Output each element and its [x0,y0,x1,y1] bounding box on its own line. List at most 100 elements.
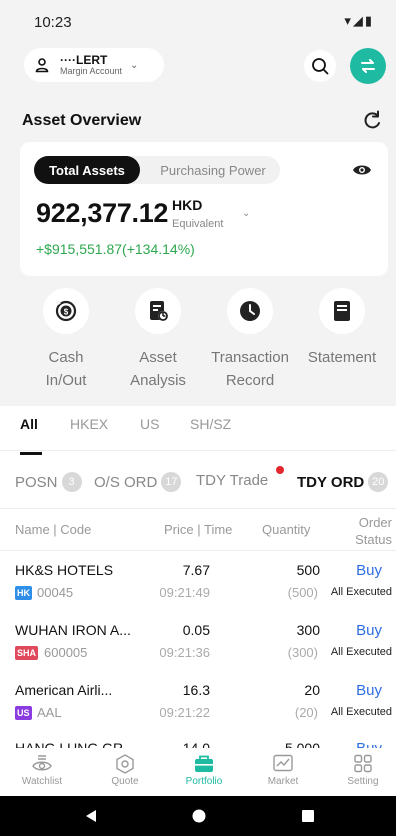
order-status: All Executed [330,586,392,598]
tab-today-trade[interactable]: TDY Trade [196,472,268,489]
stock-name: American Airli... [15,682,113,698]
cash-in-out-button[interactable]: $ Cash In/Out [16,288,116,392]
switch-account-button[interactable] [350,48,386,84]
account-type: Margin Account [60,65,123,76]
column-header-order-status: Order Status [355,514,392,548]
quote-icon [116,754,134,774]
divider [0,550,396,551]
asset-overview-title: Asset Overview [22,112,142,129]
market-badge: US [15,706,32,720]
bottom-navigation: Watchlist Quote Portfolio Market Setting [0,748,396,796]
tab-sh-sz[interactable]: SH/SZ [190,416,231,432]
nav-label: Quote [111,776,139,787]
order-status: All Executed [330,706,392,718]
tab-label: TDY Trade [196,472,269,489]
order-row[interactable]: WUHAN IRON A... SHA 600005 0.05 09:21:36 300 (… [0,622,396,682]
nav-market[interactable]: Market [248,754,318,787]
search-icon [312,58,329,75]
order-quantity: 500 [296,562,320,578]
order-price: 16.3 [182,682,210,698]
action-label: Record [225,372,275,389]
swap-icon [361,59,375,73]
action-label: Statement [307,349,377,366]
stock-name: WUHAN IRON A... [15,622,131,638]
order-time: 09:21:36 [159,645,210,660]
order-status: All Executed [330,646,392,658]
order-side: Buy [356,562,382,579]
recents-icon[interactable] [302,810,314,822]
stock-code: 600005 [44,645,88,660]
market-badge: SHA [15,646,39,660]
tab-label: POSN [15,473,58,491]
tab-total-assets[interactable]: Total Assets [34,156,140,184]
account-name: ····LERT [60,52,108,67]
order-row[interactable]: American Airli... US AAL 16.3 09:21:22 20 (20)… [0,682,396,742]
divider [0,508,396,509]
market-badge: HK [15,586,32,600]
active-tab-indicator [20,452,42,455]
system-navigation-bar [0,796,396,836]
asset-analysis-button[interactable]: Asset Analysis [108,288,208,392]
search-button[interactable] [304,50,336,82]
asset-type-toggle: Total Assets Purchasing Power [34,156,280,184]
status-time: 10:23 [34,14,72,31]
statement-button[interactable]: Statement [292,288,392,369]
order-quantity: 300 [296,622,320,638]
tab-hkex[interactable]: HKEX [70,416,108,432]
eye-icon[interactable] [352,162,372,178]
nav-watchlist[interactable]: Watchlist [7,754,77,787]
notification-dot [276,466,284,474]
asset-analysis-icon [150,301,168,321]
order-time: 09:21:22 [159,705,210,720]
order-price: 7.67 [182,562,210,578]
nav-portfolio[interactable]: Portfolio [169,754,239,787]
filled-quantity: (300) [287,645,318,660]
settings-grid-icon [354,754,372,773]
cash-transfer-icon: $ [55,300,77,322]
account-selector[interactable]: ····LERT Margin Account ⌄ [24,48,164,82]
home-icon[interactable] [192,809,206,823]
market-chart-icon [273,754,293,772]
order-side: Buy [356,682,382,699]
market-filter-tabs: All HKEX US SH/SZ [0,416,396,455]
refresh-icon[interactable] [362,110,382,132]
order-quantity: 20 [304,682,320,698]
watchlist-icon [32,755,52,771]
transaction-record-button[interactable]: Transaction Record [200,288,300,392]
svg-text:$: $ [64,308,69,317]
tab-purchasing-power[interactable]: Purchasing Power [146,156,280,184]
chevron-down-icon[interactable]: ⌄ [242,208,250,219]
column-header-quantity: Quantity [262,522,311,537]
tab-positions[interactable]: POSN 3 [15,472,82,492]
total-assets-amount: 922,377.12 [36,198,169,228]
order-type-tabs: POSN 3 O/S ORD 17 TDY Trade TDY ORD 20 [0,466,396,496]
nav-quote[interactable]: Quote [90,754,160,787]
tab-us[interactable]: US [140,416,159,432]
tab-outstanding-orders[interactable]: O/S ORD 17 [94,472,182,492]
currency-code[interactable]: HKD [172,197,202,213]
action-label: Cash [48,349,84,366]
tab-today-orders[interactable]: TDY ORD 20 [297,472,389,492]
nav-label: Setting [347,776,379,787]
stock-code: AAL [37,705,62,720]
count-badge: 3 [61,472,82,492]
action-label: Analysis [130,372,186,389]
nav-setting[interactable]: Setting [328,754,396,787]
count-badge: 20 [368,472,389,492]
column-header-line: Order [358,515,392,530]
profit-loss: +$915,551.87(+134.14%) [36,241,195,257]
tab-all[interactable]: All [20,416,38,432]
filled-quantity: (20) [294,705,318,720]
statement-icon [334,301,350,321]
chevron-down-icon: ⌄ [130,59,139,71]
nav-label: Watchlist [21,776,63,787]
tab-label: TDY ORD [297,473,365,491]
tab-label: O/S ORD [94,473,158,491]
order-price: 0.05 [182,622,210,638]
divider [0,450,396,451]
stock-name: HK&S HOTELS [15,562,114,578]
quick-actions: $ Cash In/Out Asset Analysis Transaction… [0,288,396,398]
back-icon[interactable] [84,809,98,823]
currency-note: Equivalent [172,218,224,230]
order-row[interactable]: HK&S HOTELS HK 00045 7.67 09:21:49 500 (500) Bu… [0,562,396,622]
